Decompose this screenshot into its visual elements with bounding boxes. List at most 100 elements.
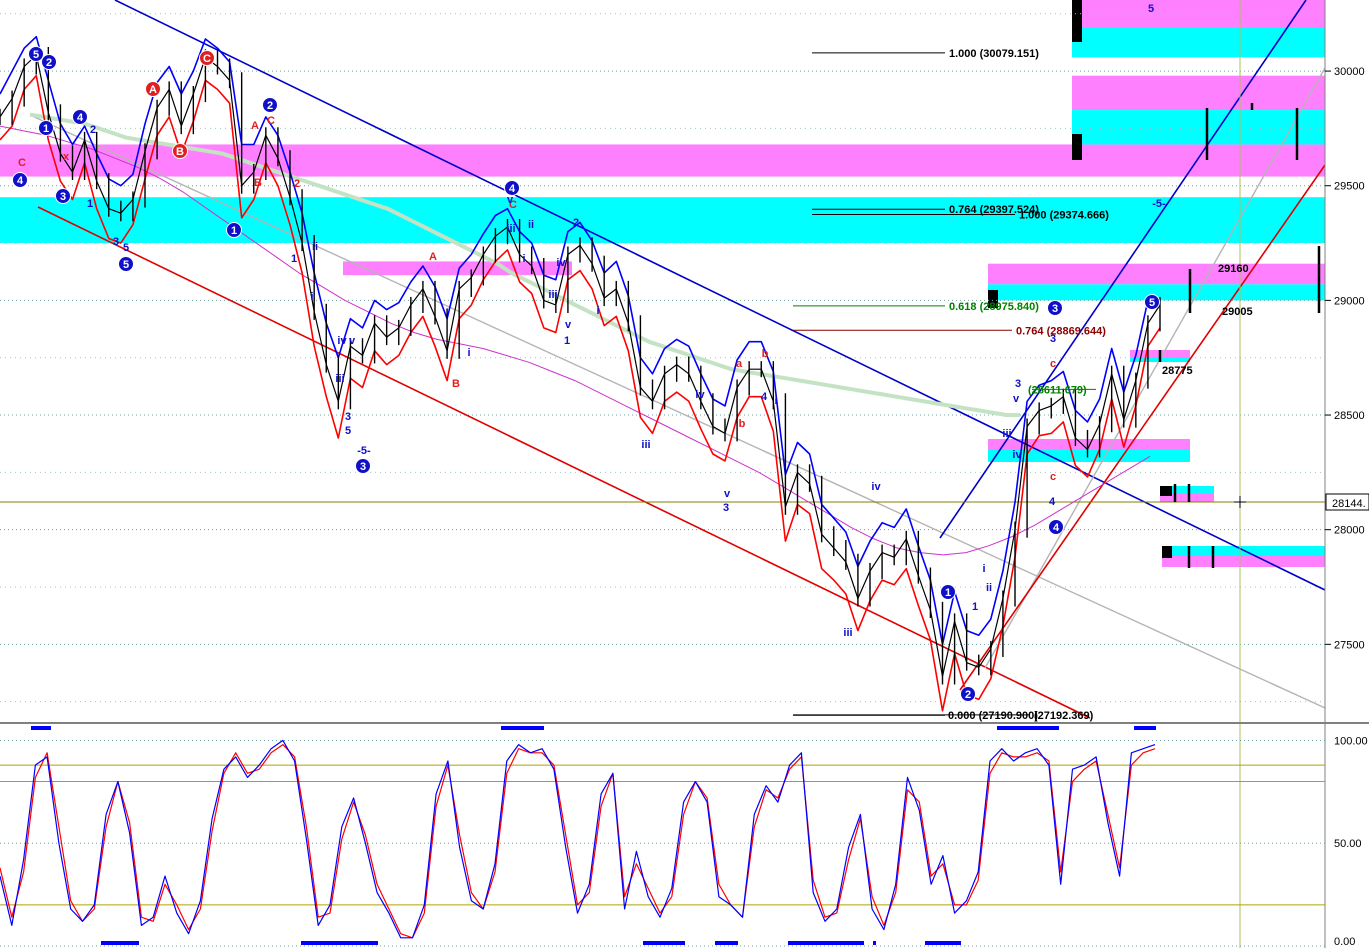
wave-circle-text: 4 [17,175,24,187]
time-marker [873,941,876,945]
fib-level-label: 1.000 (30079.151) [949,48,1039,60]
wave-label: 3 [1015,378,1021,390]
zone-band [988,263,1325,285]
wave-label: -5- [1152,198,1166,210]
wave-circle-text: 1 [945,587,951,599]
wave-label: 3 [1050,333,1056,345]
wave-label: C [199,50,215,66]
wave-label: A [251,120,259,132]
fib-level-label: 0.000 (27190.900) [948,710,1038,722]
wave-label: -5- [357,445,371,457]
wave-label: 3 [355,458,371,474]
fib-level-label: 0.764 (28869.644) [1016,325,1106,337]
wave-text: x [63,151,70,163]
time-marker [501,726,544,730]
zone-marker [1072,134,1082,160]
wave-label: 2 [960,686,976,702]
wave-label: iii [1002,428,1011,440]
wave-circle-text: 2 [267,100,273,112]
wave-label: iv [695,389,705,401]
osc-tick-label: 50.00 [1334,838,1362,850]
price-tick-label: 30000 [1334,66,1365,78]
wave-circle-text: 4 [1053,522,1060,534]
wave-label: 3 [345,411,351,423]
wave-label: v [724,488,731,500]
price-annotation: 29005 [1222,306,1253,318]
price-tick-label: 29500 [1334,181,1365,193]
wave-label: 3 [55,188,71,204]
wave-text: 2 [294,178,300,190]
wave-label: 4 [12,172,28,188]
zone-band [1072,110,1325,145]
wave-text: 5 [345,425,351,437]
zone-marker [1072,0,1082,42]
wave-label: 1 [291,253,297,265]
wave-label: 1 [226,222,242,238]
wave-label: 3 [113,236,119,248]
wave-text: iv [695,389,705,401]
wave-text: A [251,120,259,132]
time-marker [101,941,139,945]
wave-label: 3 [723,502,729,514]
wave-circle-text: A [149,84,157,96]
wave-circle-text: 1 [43,123,49,135]
wave-text: 1 [972,601,978,613]
wave-label: c [1050,471,1056,483]
current-price-label: 28144. [1332,498,1366,510]
wave-label: B [254,177,262,189]
wave-text: c [1050,471,1056,483]
wave-circle-text: B [176,146,184,158]
wave-circle-text: 2 [965,689,971,701]
wave-label: ii [312,241,318,253]
wave-label: v [565,319,572,331]
wave-label: x [63,151,70,163]
wave-label: i [774,395,777,407]
wave-circle-text: 4 [77,112,84,124]
wave-text: iii [1002,428,1011,440]
wave-label: 4 [1048,519,1064,535]
wave-label: b [739,418,746,430]
wave-label: iii [335,373,344,385]
wave-label: iv [1012,449,1022,461]
wave-label: 1 [972,601,978,613]
fib-level-label: (28611.679) [1028,384,1087,396]
wave-text: i [982,563,985,575]
chart-root: 1.000 (30079.151)0.764 (29397.524)1.000 … [0,0,1369,948]
wave-text: b [739,418,746,430]
osc-tick-label: 0.00 [1334,936,1355,948]
wave-label: 2 [262,97,278,113]
wave-label: 5 [123,242,129,254]
wave-label: 5 [1148,3,1154,15]
zone-band [1162,556,1325,567]
wave-label: A [429,251,437,263]
wave-label: 4 [1049,496,1056,508]
wave-text: 4 [761,391,768,403]
wave-label: v [1013,393,1020,405]
zone-band [0,197,1325,244]
price-tick-label: 28000 [1334,525,1365,537]
wave-text: -5- [357,445,371,457]
wave-text: B [254,177,262,189]
wave-text: iii [506,223,515,235]
wave-text: 3 [113,236,119,248]
wave-text: iv [1012,449,1022,461]
wave-label: 1 [87,198,93,210]
time-marker [1134,726,1156,730]
wave-label: 2 [294,178,300,190]
wave-label: i [982,563,985,575]
time-marker [301,941,378,945]
wave-text: A [429,251,437,263]
wave-circle-text: 3 [60,191,66,203]
wave-text: iv [556,257,566,269]
wave-text: 5 [1148,3,1154,15]
price-tick-label: 29000 [1334,295,1365,307]
wave-label: 4 [72,109,88,125]
wave-label: 5 [118,256,134,272]
wave-text: ii [528,219,534,231]
zone-band [1072,0,1325,28]
wave-label: C [267,115,275,127]
wave-circle-text: 2 [46,57,52,69]
wave-label: B [452,378,460,390]
wave-text: v [724,488,731,500]
wave-text: 3 [1015,378,1021,390]
